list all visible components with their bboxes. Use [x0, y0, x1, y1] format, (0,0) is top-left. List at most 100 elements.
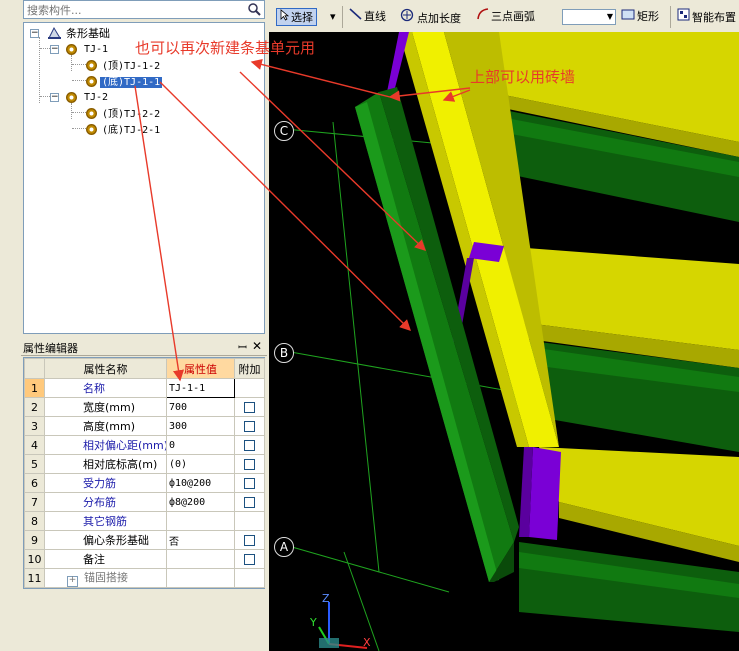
tree-item-label: (底)TJ-2-1 [102, 125, 161, 136]
y-axis-label: Y [310, 616, 317, 629]
property-row[interactable]: 4 相对偏心距(mm) 0 [24, 435, 265, 455]
property-editor-title: 属性编辑器 [23, 342, 78, 355]
arc-icon [476, 8, 489, 26]
property-extra[interactable] [234, 549, 265, 569]
component-gear-icon [86, 124, 97, 135]
close-icon[interactable]: ✕ [252, 339, 262, 353]
column-top[interactable] [387, 32, 409, 92]
property-extra[interactable] [234, 397, 265, 417]
corner-cell [24, 358, 45, 379]
row-number: 5 [24, 454, 45, 474]
select-button[interactable]: 选择 [276, 8, 317, 26]
tree-item-tj-1-1[interactable]: (底)TJ-1-1 [86, 74, 163, 89]
property-name: 偏心条形基础 [44, 530, 167, 550]
line-icon [349, 8, 362, 26]
rect-button[interactable]: 矩形 [621, 8, 659, 26]
property-row[interactable]: 2 宽度(mm) 700 [24, 397, 265, 417]
extra-checkbox[interactable] [244, 420, 255, 432]
property-extra[interactable] [234, 454, 265, 474]
row-number: 1 [24, 378, 45, 398]
tree-item-label: (顶)TJ-1-2 [102, 61, 161, 72]
row-number: 9 [24, 530, 45, 550]
property-row[interactable]: 5 相对底标高(m) (0) [24, 454, 265, 474]
point-length-button[interactable]: 点加长度 [400, 8, 461, 26]
property-row[interactable]: 8 其它钢筋 [24, 511, 265, 531]
cursor-arrow-icon [280, 9, 290, 27]
property-name: 分布筋 [44, 492, 167, 512]
grid-axis-label-a[interactable]: A [274, 537, 294, 557]
property-value[interactable]: 300 [166, 416, 235, 436]
property-extra[interactable] [234, 473, 265, 493]
property-row[interactable]: 7 分布筋 ф8@200 [24, 492, 265, 512]
property-value[interactable] [166, 568, 235, 588]
extra-checkbox[interactable] [244, 401, 255, 413]
smart-layout-button[interactable]: 智能布置 [677, 8, 736, 26]
property-editor-header: 属性编辑器 ꟷ ✕ [21, 339, 267, 356]
line-button[interactable]: 直线 [349, 8, 386, 26]
point-length-label: 点加长度 [417, 12, 461, 25]
property-value[interactable] [166, 549, 235, 569]
property-value[interactable]: 0 [166, 435, 235, 455]
pin-icon[interactable]: ꟷ [238, 340, 247, 355]
row-number: 6 [24, 473, 45, 493]
property-name: 宽度(mm) [44, 397, 167, 417]
property-row[interactable]: 1 名称 TJ-1-1 [24, 378, 265, 398]
property-name: 其它钢筋 [44, 511, 167, 531]
property-extra[interactable] [234, 492, 265, 512]
line-label: 直线 [364, 10, 386, 23]
collapse-icon[interactable]: − [50, 45, 59, 54]
3d-scene[interactable] [269, 32, 739, 651]
property-value[interactable] [166, 511, 235, 531]
extra-checkbox[interactable] [244, 496, 255, 508]
tree-item-tj-2-1[interactable]: (底)TJ-2-1 [86, 122, 162, 137]
rectangle-icon [621, 8, 635, 26]
expand-icon[interactable]: + [67, 576, 78, 587]
property-extra[interactable] [234, 416, 265, 436]
extra-checkbox[interactable] [244, 458, 255, 470]
annotation-brick-wall: 上部可以用砖墙 [470, 68, 576, 86]
property-grid-header: 属性名称 属性值 附加 [24, 358, 265, 379]
collapse-icon[interactable]: − [30, 29, 39, 38]
grid-axis-label-c[interactable]: C [274, 121, 294, 141]
property-row[interactable]: 9 偏心条形基础否 [24, 530, 265, 550]
property-extra[interactable] [234, 530, 265, 550]
row-number: 8 [24, 511, 45, 531]
property-name: 备注 [44, 549, 167, 569]
property-row[interactable]: 11 + 锚固搭接 [24, 568, 265, 588]
extra-checkbox[interactable] [244, 553, 255, 565]
three-point-arc-button[interactable]: 三点画弧 [476, 8, 535, 26]
tree-item-tj-1-2[interactable]: (顶)TJ-1-2 [86, 58, 162, 73]
property-extra[interactable] [234, 435, 265, 455]
search-icon[interactable] [246, 2, 263, 17]
grid-axis-label-b[interactable]: B [274, 343, 294, 363]
search-box[interactable] [23, 0, 265, 19]
collapse-icon[interactable]: − [50, 93, 59, 102]
property-value[interactable]: ф10@200 [166, 473, 235, 493]
column-bottom[interactable] [529, 447, 561, 540]
property-row[interactable]: 10 备注 [24, 549, 265, 569]
property-value[interactable]: 否 [166, 530, 235, 550]
component-gear-icon [86, 60, 97, 71]
extra-checkbox[interactable] [244, 534, 255, 546]
tree-item-tj-2-2[interactable]: (顶)TJ-2-2 [86, 106, 162, 121]
tree-item-label: (顶)TJ-2-2 [102, 109, 161, 120]
property-name: 名称 [44, 378, 167, 398]
search-input[interactable] [24, 1, 240, 19]
z-axis-label: Z [322, 592, 330, 605]
property-value[interactable]: TJ-1-1 [166, 378, 235, 398]
extra-checkbox[interactable] [244, 477, 255, 489]
arc-mode-dropdown[interactable]: ▼ [562, 9, 616, 25]
property-value[interactable]: ф8@200 [166, 492, 235, 512]
column-header-extra: 附加 [234, 358, 265, 379]
extra-checkbox[interactable] [244, 439, 255, 451]
property-row[interactable]: 3 高度(mm) 300 [24, 416, 265, 436]
tree-root-label: 条形基础 [66, 27, 110, 40]
property-value[interactable]: 700 [166, 397, 235, 417]
3d-viewport[interactable]: C B A Z Y X [269, 32, 739, 651]
property-row[interactable]: 6 受力筋 ф10@200 [24, 473, 265, 493]
select-dropdown-arrow[interactable]: ▾ [330, 8, 336, 26]
property-value[interactable]: (0) [166, 454, 235, 474]
smart-layout-label: 智能布置 [692, 11, 736, 24]
property-name: 受力筋 [44, 473, 167, 493]
property-extra [234, 378, 265, 398]
